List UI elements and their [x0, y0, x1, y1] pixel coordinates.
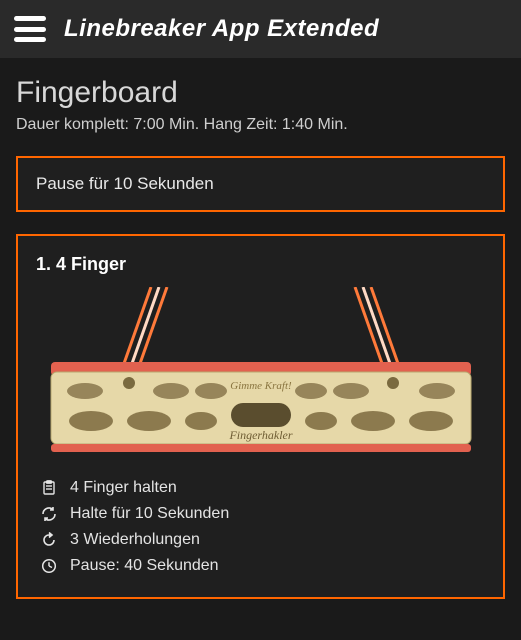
detail-text: 3 Wiederholungen — [70, 531, 200, 549]
list-item: Halte für 10 Sekunden — [40, 501, 481, 527]
app-title: Linebreaker App Extended — [64, 15, 379, 43]
page-subtitle: Dauer komplett: 7:00 Min. Hang Zeit: 1:4… — [16, 116, 505, 134]
pause-card[interactable]: Pause für 10 Sekunden — [16, 156, 505, 212]
refresh-icon — [40, 505, 58, 523]
repeat-icon — [40, 531, 58, 549]
exercise-details: 4 Finger halten Halte für 10 Sekunden — [36, 475, 485, 579]
list-item: Pause: 40 Sekunden — [40, 553, 481, 579]
detail-text: 4 Finger halten — [70, 479, 177, 497]
board-brand-bottom: Fingerhakler — [228, 428, 292, 442]
clipboard-icon — [40, 479, 58, 497]
page-title: Fingerboard — [16, 76, 505, 110]
clock-icon — [40, 557, 58, 575]
list-item: 3 Wiederholungen — [40, 527, 481, 553]
list-item: 4 Finger halten — [40, 475, 481, 501]
menu-icon[interactable] — [14, 16, 46, 42]
detail-text: Pause: 40 Sekunden — [70, 557, 219, 575]
detail-text: Halte für 10 Sekunden — [70, 505, 229, 523]
app-header: Linebreaker App Extended — [0, 0, 521, 58]
pause-text: Pause für 10 Sekunden — [36, 174, 214, 193]
content-area: Fingerboard Dauer komplett: 7:00 Min. Ha… — [0, 58, 521, 617]
board-brand-top: Gimme Kraft! — [230, 380, 292, 392]
exercise-title: 1. 4 Finger — [36, 254, 485, 275]
exercise-card[interactable]: 1. 4 Finger — [16, 234, 505, 599]
fingerboard-image: Gimme Kraft! Fingerhakler — [36, 287, 485, 457]
